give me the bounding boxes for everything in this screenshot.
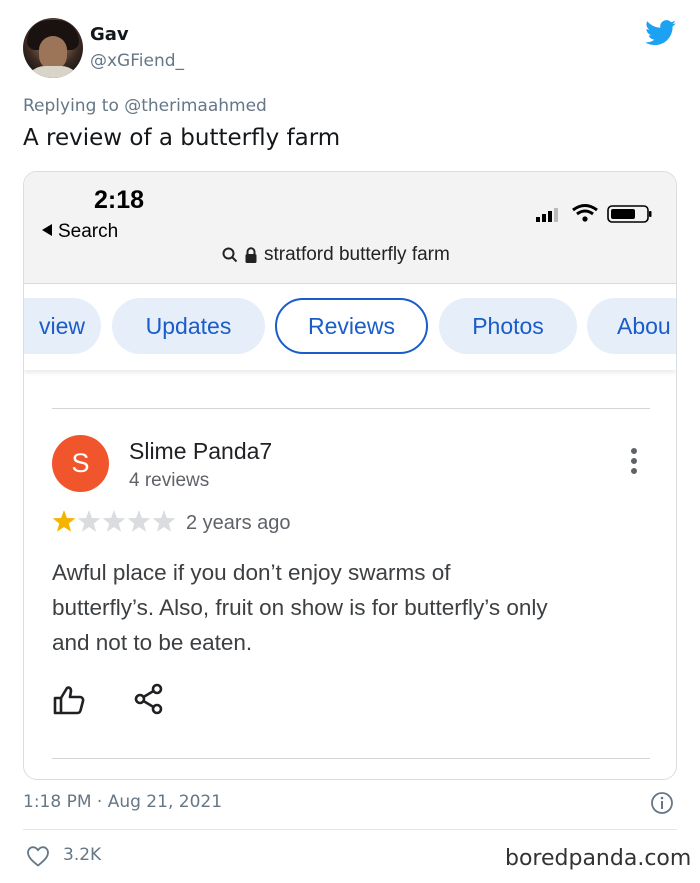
- back-label: Search: [58, 221, 119, 242]
- tab-updates[interactable]: Updates: [112, 298, 265, 354]
- divider: [52, 758, 650, 759]
- star-empty-icon: [77, 510, 101, 532]
- reviewer-review-count: 4 reviews: [129, 470, 210, 491]
- review-text: Awful place if you don’t enjoy swarms of…: [52, 555, 652, 660]
- heart-icon[interactable]: [26, 845, 50, 867]
- reviewer-avatar[interactable]: S: [52, 435, 109, 492]
- thumbs-up-icon[interactable]: [52, 684, 86, 716]
- back-to-search[interactable]: Search: [42, 221, 118, 243]
- star-filled-icon: [52, 510, 76, 532]
- review-text-line: Awful place if you don’t enjoy swarms of: [52, 560, 451, 585]
- url-text: stratford butterfly farm: [264, 244, 450, 265]
- address-bar[interactable]: stratford butterfly farm: [222, 244, 450, 266]
- embedded-screenshot[interactable]: 2:18 Search stratford butterfly farm vie…: [23, 171, 677, 780]
- tweet-text: A review of a butterfly farm: [23, 125, 341, 151]
- divider: [23, 829, 677, 830]
- share-icon[interactable]: [134, 683, 164, 715]
- boredpanda-watermark: boredpanda.com: [505, 846, 692, 871]
- tab-about[interactable]: Abou: [587, 298, 676, 354]
- twitter-bird-icon[interactable]: [645, 20, 677, 46]
- author-name[interactable]: Gav: [90, 24, 129, 45]
- search-icon: [222, 247, 238, 263]
- like-count: 3.2K: [63, 845, 102, 865]
- more-options-icon[interactable]: [624, 446, 644, 476]
- review-text-line: and not to be eaten.: [52, 630, 253, 655]
- tab-overview[interactable]: view: [24, 298, 101, 354]
- review-text-line: butterfly’s. Also, fruit on show is for …: [52, 595, 548, 620]
- reviewer-name[interactable]: Slime Panda7: [129, 438, 272, 465]
- place-tabs: view Updates Reviews Photos Abou: [24, 284, 676, 370]
- back-arrow-icon: [42, 224, 52, 236]
- lock-icon: [245, 246, 257, 263]
- review-date: 2 years ago: [186, 512, 291, 534]
- star-empty-icon: [152, 510, 176, 532]
- author-avatar[interactable]: [23, 18, 83, 78]
- info-icon[interactable]: [650, 791, 674, 815]
- system-status-icons: [536, 204, 652, 223]
- star-rating: [52, 510, 176, 532]
- author-handle[interactable]: @xGFiend_: [90, 51, 184, 71]
- divider: [52, 408, 650, 409]
- tab-reviews[interactable]: Reviews: [275, 298, 428, 354]
- tab-photos[interactable]: Photos: [439, 298, 577, 354]
- star-empty-icon: [127, 510, 151, 532]
- star-empty-icon: [102, 510, 126, 532]
- phone-status-bar: 2:18 Search stratford butterfly farm: [24, 172, 676, 284]
- tweet-timestamp[interactable]: 1:18 PM · Aug 21, 2021: [23, 792, 222, 812]
- reply-context[interactable]: Replying to @therimaahmed: [23, 96, 267, 116]
- status-time: 2:18: [94, 186, 145, 214]
